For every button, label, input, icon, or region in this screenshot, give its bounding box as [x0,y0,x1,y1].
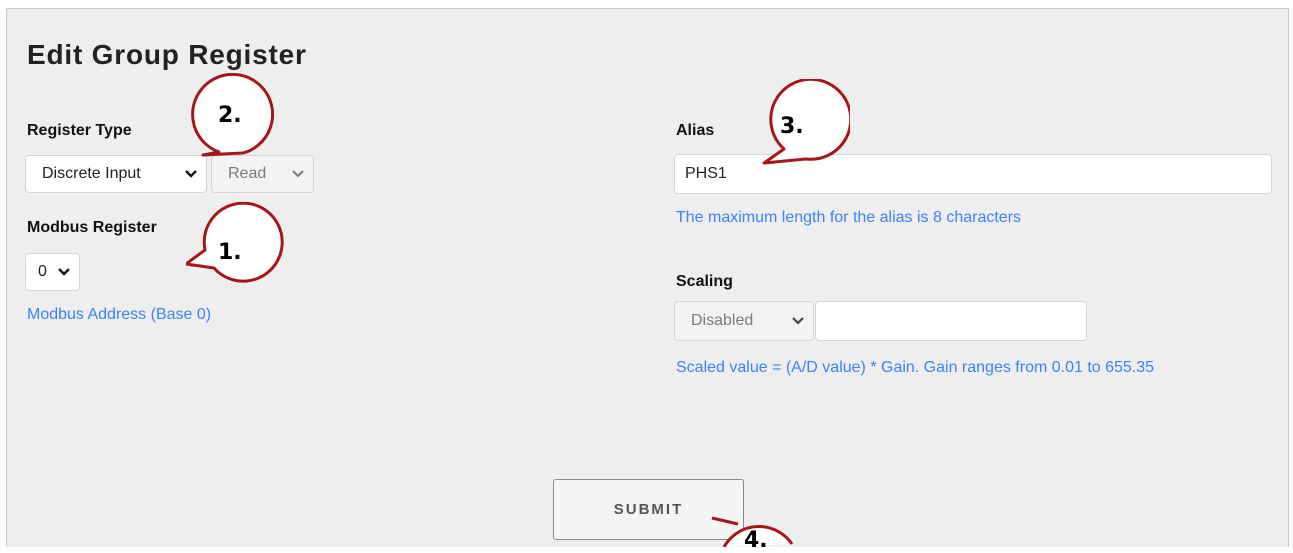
modbus-register-label: Modbus Register [27,219,157,236]
callout-label-4: 4. [744,528,768,553]
alias-label: Alias [676,122,715,139]
scaling-mode-value: Disabled [691,312,754,329]
alias-value: PHS1 [685,165,727,182]
chevron-down-icon [292,170,304,178]
scaling-label: Scaling [676,273,733,290]
chevron-down-icon [185,170,197,178]
register-type-value: Discrete Input [42,165,141,182]
scaling-gain-hint: Scaled value = (A/D value) * Gain. Gain … [676,359,1155,376]
chevron-down-icon [58,268,70,276]
page-title: Edit Group Register [27,39,307,70]
register-type-label: Register Type [27,122,132,139]
scaling-gain-input[interactable] [815,301,1087,341]
callout-label-1: 1. [218,240,242,265]
alias-length-hint: The maximum length for the alias is 8 ch… [676,209,1022,226]
callout-label-3: 3. [780,114,804,139]
register-type-select[interactable]: Discrete Input [25,155,207,193]
chevron-down-icon [792,317,804,325]
modbus-register-value: 0 [38,263,47,280]
modbus-register-select[interactable]: 0 [25,253,80,291]
callout-label-2: 2. [218,103,242,128]
modbus-address-hint: Modbus Address (Base 0) [27,306,212,323]
access-mode-value: Read [228,165,267,182]
scaling-mode-select[interactable]: Disabled [674,301,814,341]
